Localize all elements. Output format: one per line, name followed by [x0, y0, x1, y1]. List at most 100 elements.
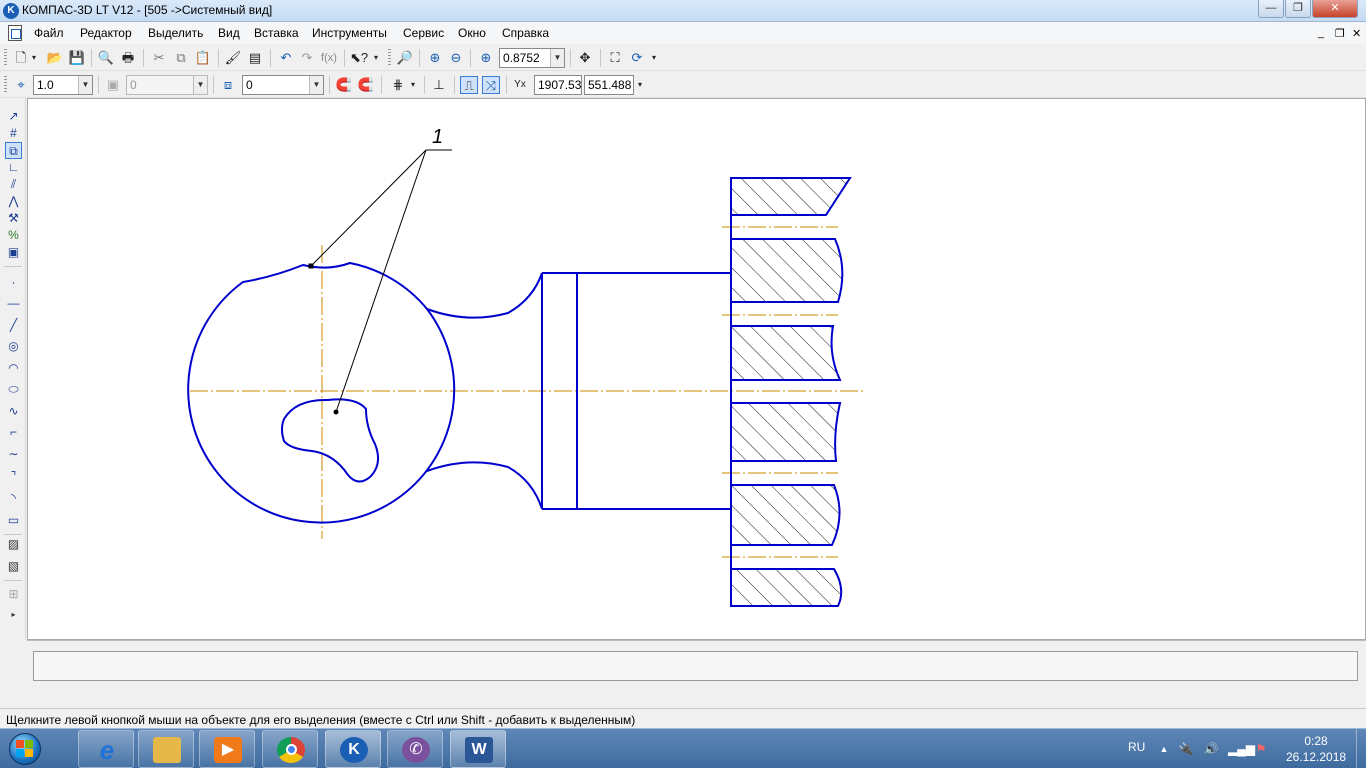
style-combo[interactable]: 0 ▼: [242, 75, 324, 95]
taskbar-viber-button[interactable]: ✆: [387, 730, 443, 768]
menu-help[interactable]: Справка: [502, 26, 549, 40]
start-button[interactable]: [3, 730, 47, 768]
cavity-contour[interactable]: [281, 398, 380, 483]
snap-local-icon[interactable]: 🧲: [357, 76, 375, 94]
edit-icon[interactable]: ∟: [5, 159, 22, 176]
taskbar-kompas-button[interactable]: K: [325, 730, 381, 768]
clock[interactable]: 0:28 26.12.2018: [1286, 733, 1346, 765]
paste-icon[interactable]: 📋: [194, 49, 212, 67]
fillet-icon[interactable]: ◝: [5, 490, 22, 507]
local-cs-icon[interactable]: ⌖: [12, 76, 30, 94]
mdi-restore-icon[interactable]: ❐: [1335, 27, 1345, 40]
taskbar-explorer-button[interactable]: [138, 730, 194, 768]
toolbar-grip[interactable]: [388, 49, 391, 67]
chevron-down-icon[interactable]: ▼: [309, 76, 323, 94]
action-center-icon[interactable]: ⚑: [1253, 741, 1269, 757]
safely-remove-icon[interactable]: 🔌: [1178, 741, 1194, 757]
arc-icon[interactable]: ◠: [5, 360, 22, 377]
mdi-close-icon[interactable]: ✕: [1352, 27, 1361, 40]
menu-service[interactable]: Сервис: [403, 26, 444, 40]
spline-icon[interactable]: ∿: [5, 403, 22, 420]
leader-line[interactable]: [310, 149, 427, 267]
chevron-down-icon[interactable]: ▼: [550, 49, 564, 67]
zoom-scale-icon[interactable]: ⊕: [477, 49, 495, 67]
hatched-section[interactable]: [730, 568, 843, 607]
designations-icon[interactable]: ⧉: [5, 142, 22, 159]
show-desktop-button[interactable]: [1356, 729, 1366, 768]
volume-icon[interactable]: 🔊: [1203, 741, 1219, 757]
menu-window[interactable]: Окно: [458, 26, 486, 40]
toolbar-more-icon[interactable]: ▾: [372, 49, 380, 67]
new-dropdown-icon[interactable]: ▾: [29, 49, 39, 67]
hatch-icon[interactable]: ▨: [5, 536, 22, 553]
library-icon[interactable]: ▤: [246, 49, 264, 67]
mdi-minimize-icon[interactable]: _: [1318, 27, 1324, 39]
snap-icon[interactable]: 🧲: [335, 76, 353, 94]
leader-label[interactable]: 1: [432, 126, 443, 148]
function-icon[interactable]: f(x): [320, 49, 338, 67]
document-icon[interactable]: [8, 25, 22, 41]
grid-dropdown-icon[interactable]: ▾: [408, 76, 418, 94]
show-all-icon[interactable]: ⛶: [606, 49, 624, 67]
maximize-button[interactable]: ❐: [1285, 0, 1311, 18]
show-hidden-icons-arrow[interactable]: ▲: [1156, 741, 1172, 757]
zoom-combo[interactable]: 0.8752 ▼: [499, 48, 565, 68]
spec-icon[interactable]: %: [5, 227, 22, 244]
head-contour[interactable]: [187, 261, 456, 524]
close-button[interactable]: ✕: [1312, 0, 1358, 18]
hatched-section[interactable]: [730, 402, 842, 462]
cursor-x-field[interactable]: 1907.53: [534, 75, 582, 95]
rectangle-icon[interactable]: ▭: [5, 512, 22, 529]
round-icon[interactable]: ⎍: [460, 76, 478, 94]
pan-icon[interactable]: ✥: [576, 49, 594, 67]
new-document-icon[interactable]: 🗋: [12, 49, 30, 67]
selection-icon[interactable]: ⚒: [5, 210, 22, 227]
taskbar-word-button[interactable]: W: [450, 730, 506, 768]
segment-icon[interactable]: ╱: [5, 317, 22, 334]
ortho-icon[interactable]: ⊥: [430, 76, 448, 94]
minimize-button[interactable]: —: [1258, 0, 1284, 18]
chamfer-icon[interactable]: ⌝: [5, 468, 22, 485]
toolbar-more-icon[interactable]: ▾: [650, 49, 658, 67]
menu-select[interactable]: Выделить: [148, 26, 203, 40]
print-icon[interactable]: 🖶: [119, 49, 137, 67]
cursor-y-field[interactable]: 551.488: [584, 75, 634, 95]
copy-icon[interactable]: ⧉: [172, 49, 190, 67]
network-signal-icon[interactable]: ▂▄▆: [1228, 741, 1255, 757]
hatched-section[interactable]: [730, 177, 852, 216]
zoom-out-icon[interactable]: ⊖: [447, 49, 465, 67]
polyline-icon[interactable]: ⌐: [5, 424, 22, 441]
hatch-boundary-icon[interactable]: ▧: [5, 558, 22, 575]
point-icon[interactable]: ·: [5, 274, 22, 291]
circle-icon[interactable]: ◎: [5, 338, 22, 355]
parametrization-icon[interactable]: ⫽: [5, 176, 22, 193]
dimensions-icon[interactable]: #: [5, 125, 22, 142]
drawing-canvas[interactable]: 1: [27, 98, 1366, 640]
parametric-mode-icon[interactable]: ⤨: [482, 76, 500, 94]
redo-icon[interactable]: ↷: [298, 49, 316, 67]
zoom-in-icon[interactable]: ⊕: [426, 49, 444, 67]
measure-icon[interactable]: ⋀: [5, 193, 22, 210]
toolbar-grip[interactable]: [4, 49, 7, 67]
chevron-down-icon[interactable]: ▼: [78, 76, 92, 94]
style-icon[interactable]: ⧈: [219, 76, 237, 94]
save-icon[interactable]: 💾: [68, 49, 86, 67]
taskbar-chrome-button[interactable]: [262, 730, 318, 768]
macro-panel-icon[interactable]: ▣: [5, 244, 22, 261]
menu-view[interactable]: Вид: [218, 26, 240, 40]
language-indicator[interactable]: RU: [1128, 740, 1145, 756]
hatched-section[interactable]: [730, 484, 841, 546]
toolbar-more-icon[interactable]: ▾: [636, 76, 644, 94]
refresh-icon[interactable]: ⟳: [628, 49, 646, 67]
undo-icon[interactable]: ↶: [277, 49, 295, 67]
leader-line[interactable]: [335, 149, 427, 413]
hatched-section[interactable]: [730, 238, 844, 303]
print-preview-icon[interactable]: 🔍: [97, 49, 115, 67]
zoom-window-icon[interactable]: 🔎: [396, 49, 414, 67]
menu-editor[interactable]: Редактор: [80, 26, 132, 40]
menu-insert[interactable]: Вставка: [254, 26, 299, 40]
toolbar-more-icon[interactable]: ▸: [5, 606, 22, 623]
taskbar-ie-button[interactable]: e: [78, 730, 134, 768]
step-combo[interactable]: 1.0 ▼: [33, 75, 93, 95]
hatched-section[interactable]: [730, 325, 842, 381]
